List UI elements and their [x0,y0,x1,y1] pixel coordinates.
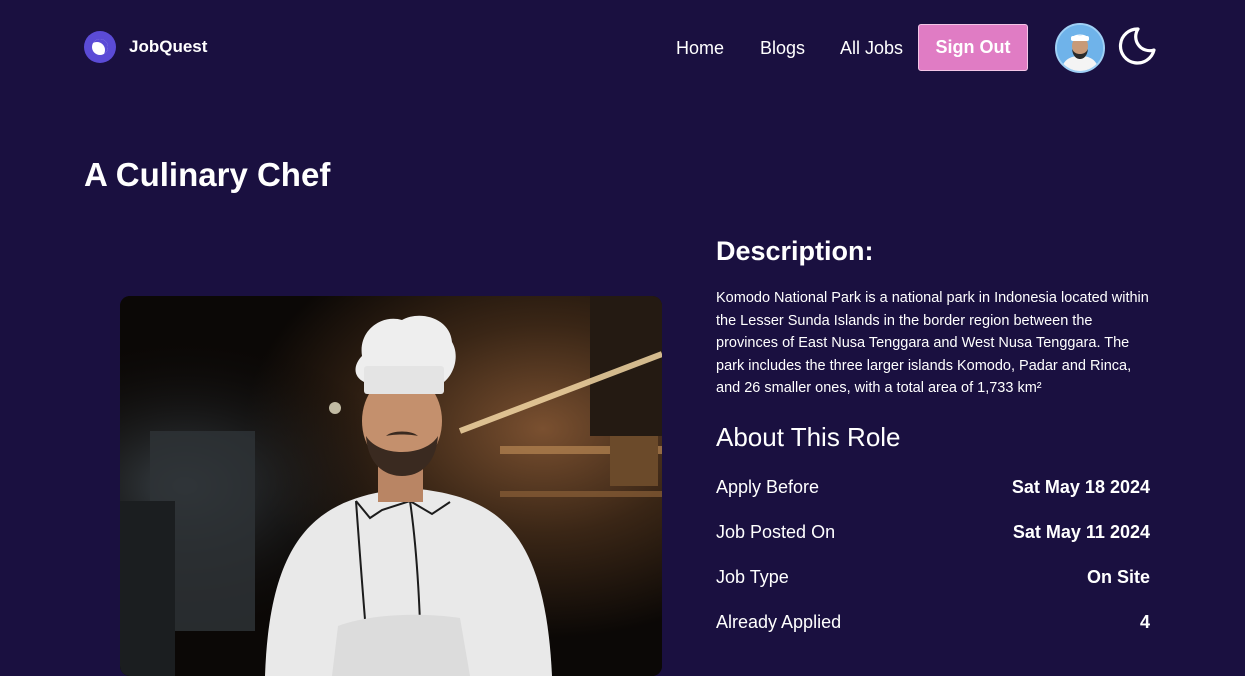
brand-name: JobQuest [129,37,208,56]
about-role-heading: About This Role [716,421,901,452]
navbar: JobQuest Home Blogs All Jobs Sign Out [0,0,1245,96]
description-text: Komodo National Park is a national park … [716,290,1149,396]
detail-value: 4 [1139,611,1150,632]
role-detail-posted-on: Job Posted On Sat May 11 2024 [716,510,1152,555]
theme-toggle[interactable] [1116,25,1158,67]
role-details-list: Apply Before Sat May 18 2024 Job Posted … [716,465,1152,645]
detail-value: Sat May 18 2024 [1011,476,1150,497]
sign-out-button[interactable]: Sign Out [918,24,1028,71]
user-avatar[interactable] [1055,23,1105,73]
nav-link-all-jobs[interactable]: All Jobs [840,38,903,59]
description-heading: Description: [716,236,874,266]
job-title: A Culinary Chef [84,156,331,193]
moon-icon [1118,27,1156,65]
nav-link-blogs[interactable]: Blogs [760,38,805,59]
avatar-image [1057,25,1103,71]
brand-link[interactable]: JobQuest [84,31,207,63]
job-details: Description: Komodo National Park is a n… [716,232,1152,645]
job-image [120,296,662,676]
detail-label: Job Posted On [716,521,836,542]
brand-logo-icon [84,31,116,63]
role-detail-apply-before: Apply Before Sat May 18 2024 [716,465,1152,510]
chef-photo [120,296,662,676]
detail-label: Job Type [716,566,789,587]
nav-link-home[interactable]: Home [676,38,724,59]
detail-value: On Site [1086,566,1150,587]
role-detail-job-type: Job Type On Site [716,555,1152,600]
role-detail-already-applied: Already Applied 4 [716,600,1152,645]
detail-label: Already Applied [716,611,842,632]
detail-label: Apply Before [716,476,820,497]
detail-value: Sat May 11 2024 [1012,521,1150,542]
